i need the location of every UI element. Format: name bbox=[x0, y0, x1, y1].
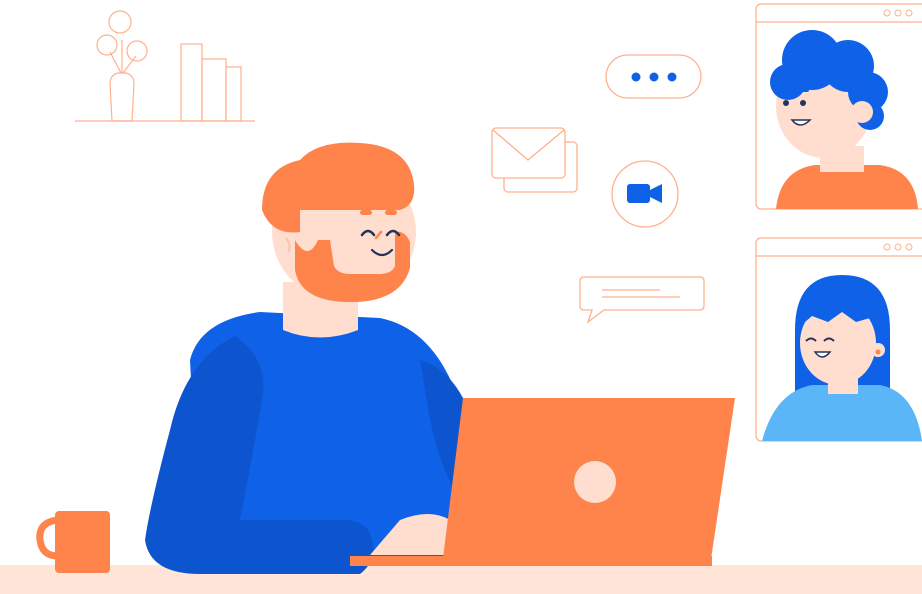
shelf-decoration bbox=[75, 10, 255, 122]
coffee-mug bbox=[36, 511, 110, 573]
video-window-2 bbox=[755, 237, 922, 442]
video-call-illustration bbox=[0, 0, 922, 594]
desk-surface bbox=[0, 565, 922, 594]
man-character bbox=[145, 142, 478, 574]
video-camera-icon bbox=[611, 160, 679, 228]
typing-bubble-icon bbox=[605, 54, 702, 99]
envelope-icon bbox=[491, 127, 578, 193]
chat-message-icon bbox=[579, 276, 705, 324]
video-window-1 bbox=[755, 3, 922, 210]
